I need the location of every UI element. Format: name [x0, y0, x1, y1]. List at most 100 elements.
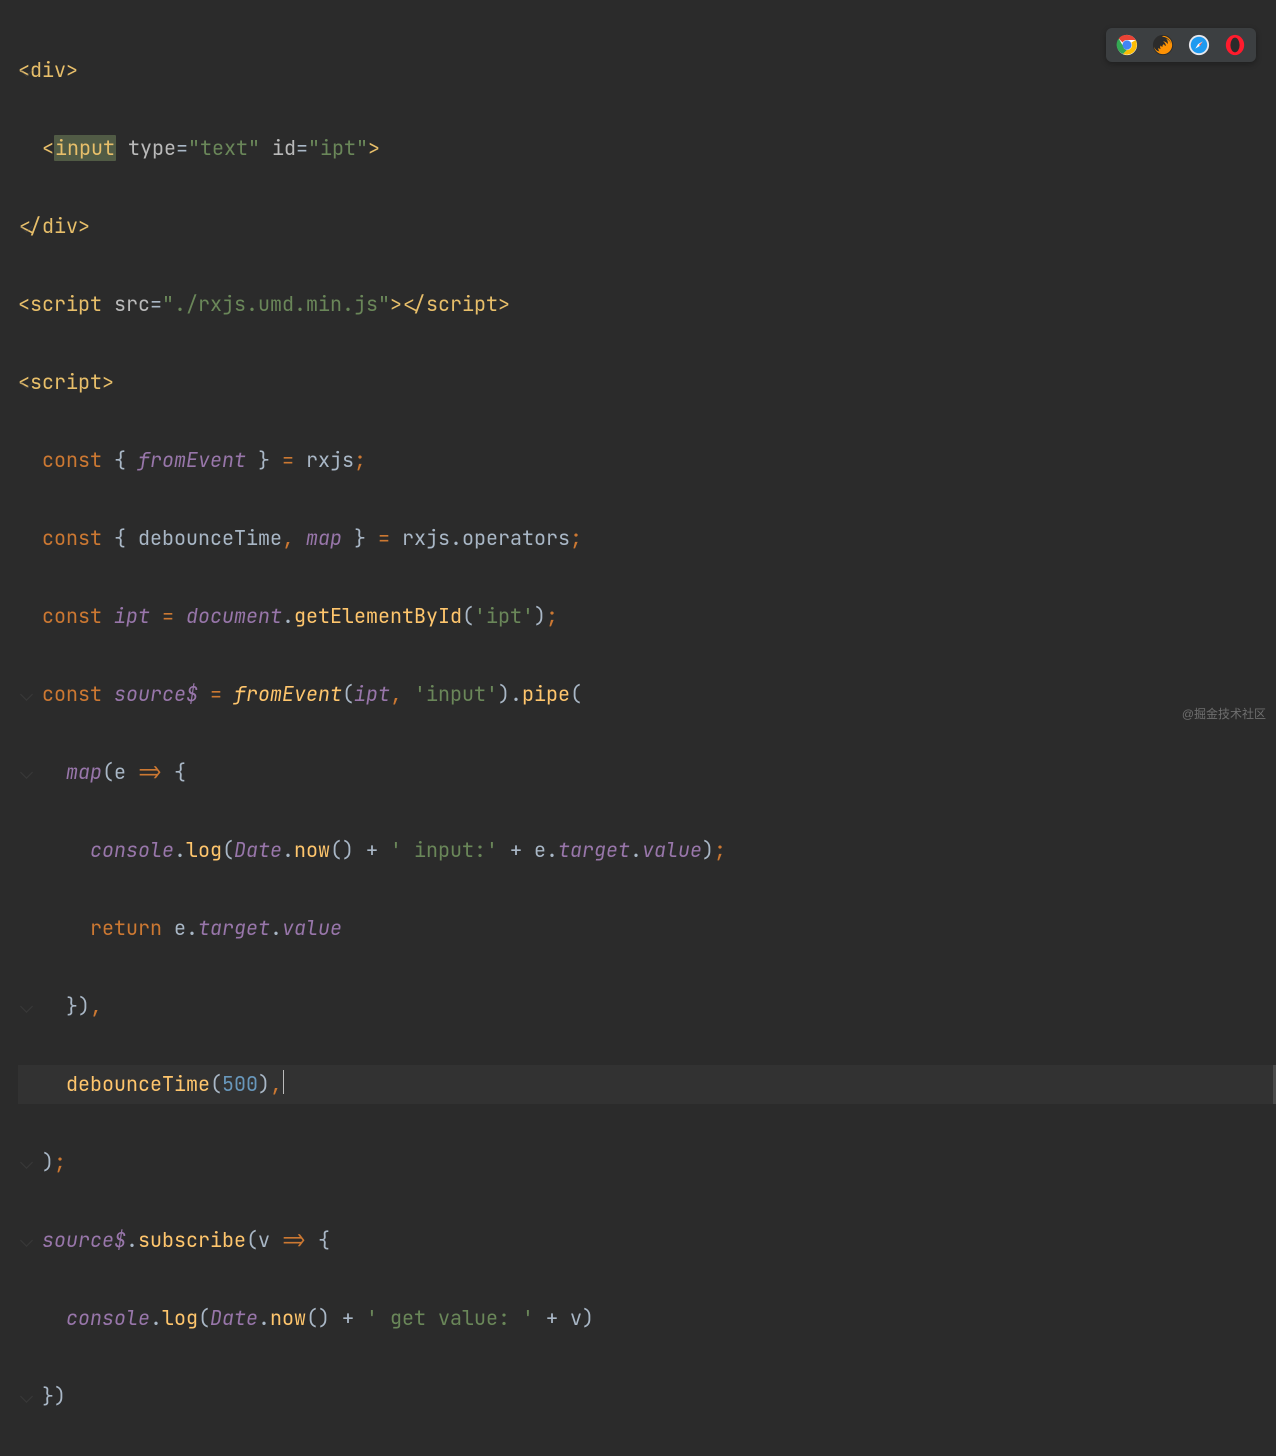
tag-name: div	[42, 213, 78, 239]
code-line-active: debounceTime(500),	[18, 1065, 1276, 1104]
tag-name: input	[55, 135, 115, 161]
function: fromEvent	[234, 681, 342, 707]
punct: (	[222, 837, 234, 863]
keyword: return	[90, 915, 174, 941]
tag-close: >	[78, 213, 90, 239]
punct: .	[282, 603, 294, 629]
identifier: rxjs	[402, 525, 450, 551]
punct: )	[582, 1305, 594, 1331]
punct: )	[702, 837, 714, 863]
code-line: source$.subscribe(v => {	[18, 1221, 1276, 1260]
tag-name: script	[30, 369, 102, 395]
code-editor[interactable]: <div> <input type="text" id="ipt"> </div…	[0, 0, 1276, 1456]
operator: =	[162, 603, 186, 629]
operator: +	[366, 837, 390, 863]
identifier: v	[258, 1227, 282, 1253]
punct: .	[186, 915, 198, 941]
code-line: <script src="./rxjs.umd.min.js"></script…	[18, 285, 1276, 324]
operator: =	[378, 525, 402, 551]
equals: =	[176, 135, 188, 161]
punct: ;	[570, 525, 582, 551]
code-line: </script>	[18, 1455, 1276, 1456]
punct: {	[318, 1227, 330, 1253]
firefox-icon[interactable]	[1152, 34, 1174, 56]
punct: (	[246, 1227, 258, 1253]
identifier: e	[534, 837, 546, 863]
safari-icon[interactable]	[1188, 34, 1210, 56]
tag-name: script	[426, 291, 498, 317]
function: debounceTime	[66, 1071, 210, 1097]
tag-name: script	[30, 291, 102, 317]
identifier: value	[642, 837, 702, 863]
function: log	[186, 837, 222, 863]
function: now	[294, 837, 330, 863]
punct: }	[246, 447, 282, 473]
punct: })	[66, 993, 90, 1019]
punct: ;	[54, 1149, 66, 1175]
punct: (	[462, 603, 474, 629]
punct: )	[498, 681, 510, 707]
punct: )	[258, 1071, 270, 1097]
punct: .	[450, 525, 462, 551]
code-line: const source$ = fromEvent(ipt, 'input').…	[18, 675, 1276, 714]
identifier: e	[114, 759, 138, 785]
equals: =	[150, 291, 162, 317]
attr-name: id	[272, 135, 296, 161]
keyword: const	[42, 603, 114, 629]
tag-close: >	[66, 57, 78, 83]
identifier: rxjs	[306, 447, 354, 473]
tag-close: >	[368, 135, 380, 161]
punct: (	[570, 681, 582, 707]
punct: ()	[306, 1305, 342, 1331]
code-line: <input type="text" id="ipt">	[18, 129, 1276, 168]
identifier: map	[306, 525, 342, 551]
operator: +	[510, 837, 534, 863]
identifier: operators	[462, 525, 570, 551]
identifier: console	[66, 1305, 150, 1331]
punct: ,	[90, 993, 102, 1019]
punct: {	[174, 759, 186, 785]
punct: })	[42, 1383, 66, 1409]
attr-value: "./rxjs.umd.min.js"	[162, 291, 390, 317]
tag-open: </	[402, 291, 426, 317]
attr-name: type	[128, 135, 176, 161]
function: pipe	[522, 681, 570, 707]
punct: .	[546, 837, 558, 863]
punct: (	[210, 1071, 222, 1097]
code-line: <div>	[18, 51, 1276, 90]
operator: =	[282, 447, 306, 473]
function: subscribe	[138, 1227, 246, 1253]
tag-open: <	[42, 135, 54, 161]
code-line: );	[18, 1143, 1276, 1182]
attr-value: "ipt"	[308, 135, 368, 161]
punct: .	[630, 837, 642, 863]
space	[116, 135, 128, 161]
identifier: source$	[114, 681, 210, 707]
identifier: Date	[210, 1305, 258, 1331]
identifier: value	[282, 915, 342, 941]
code-line: }),	[18, 987, 1276, 1026]
space	[102, 291, 114, 317]
punct: ,	[270, 1071, 282, 1097]
string: ' input:'	[390, 837, 498, 863]
opera-icon[interactable]	[1224, 34, 1246, 56]
punct: .	[510, 681, 522, 707]
punct: }	[342, 525, 378, 551]
text-cursor	[283, 1070, 284, 1094]
tag-open: <	[18, 291, 30, 317]
punct: (	[342, 681, 354, 707]
function: getElementById	[294, 603, 462, 629]
code-line: </div>	[18, 207, 1276, 246]
keyword: const	[42, 525, 114, 551]
identifier: console	[90, 837, 174, 863]
code-line: })	[18, 1377, 1276, 1416]
punct: ;	[546, 603, 558, 629]
identifier: ipt	[114, 603, 162, 629]
punct: {	[114, 525, 138, 551]
punct: (	[198, 1305, 210, 1331]
identifier: debounceTime	[138, 525, 282, 551]
punct: )	[42, 1149, 54, 1175]
punct: (	[102, 759, 114, 785]
punct: .	[150, 1305, 162, 1331]
chrome-icon[interactable]	[1116, 34, 1138, 56]
